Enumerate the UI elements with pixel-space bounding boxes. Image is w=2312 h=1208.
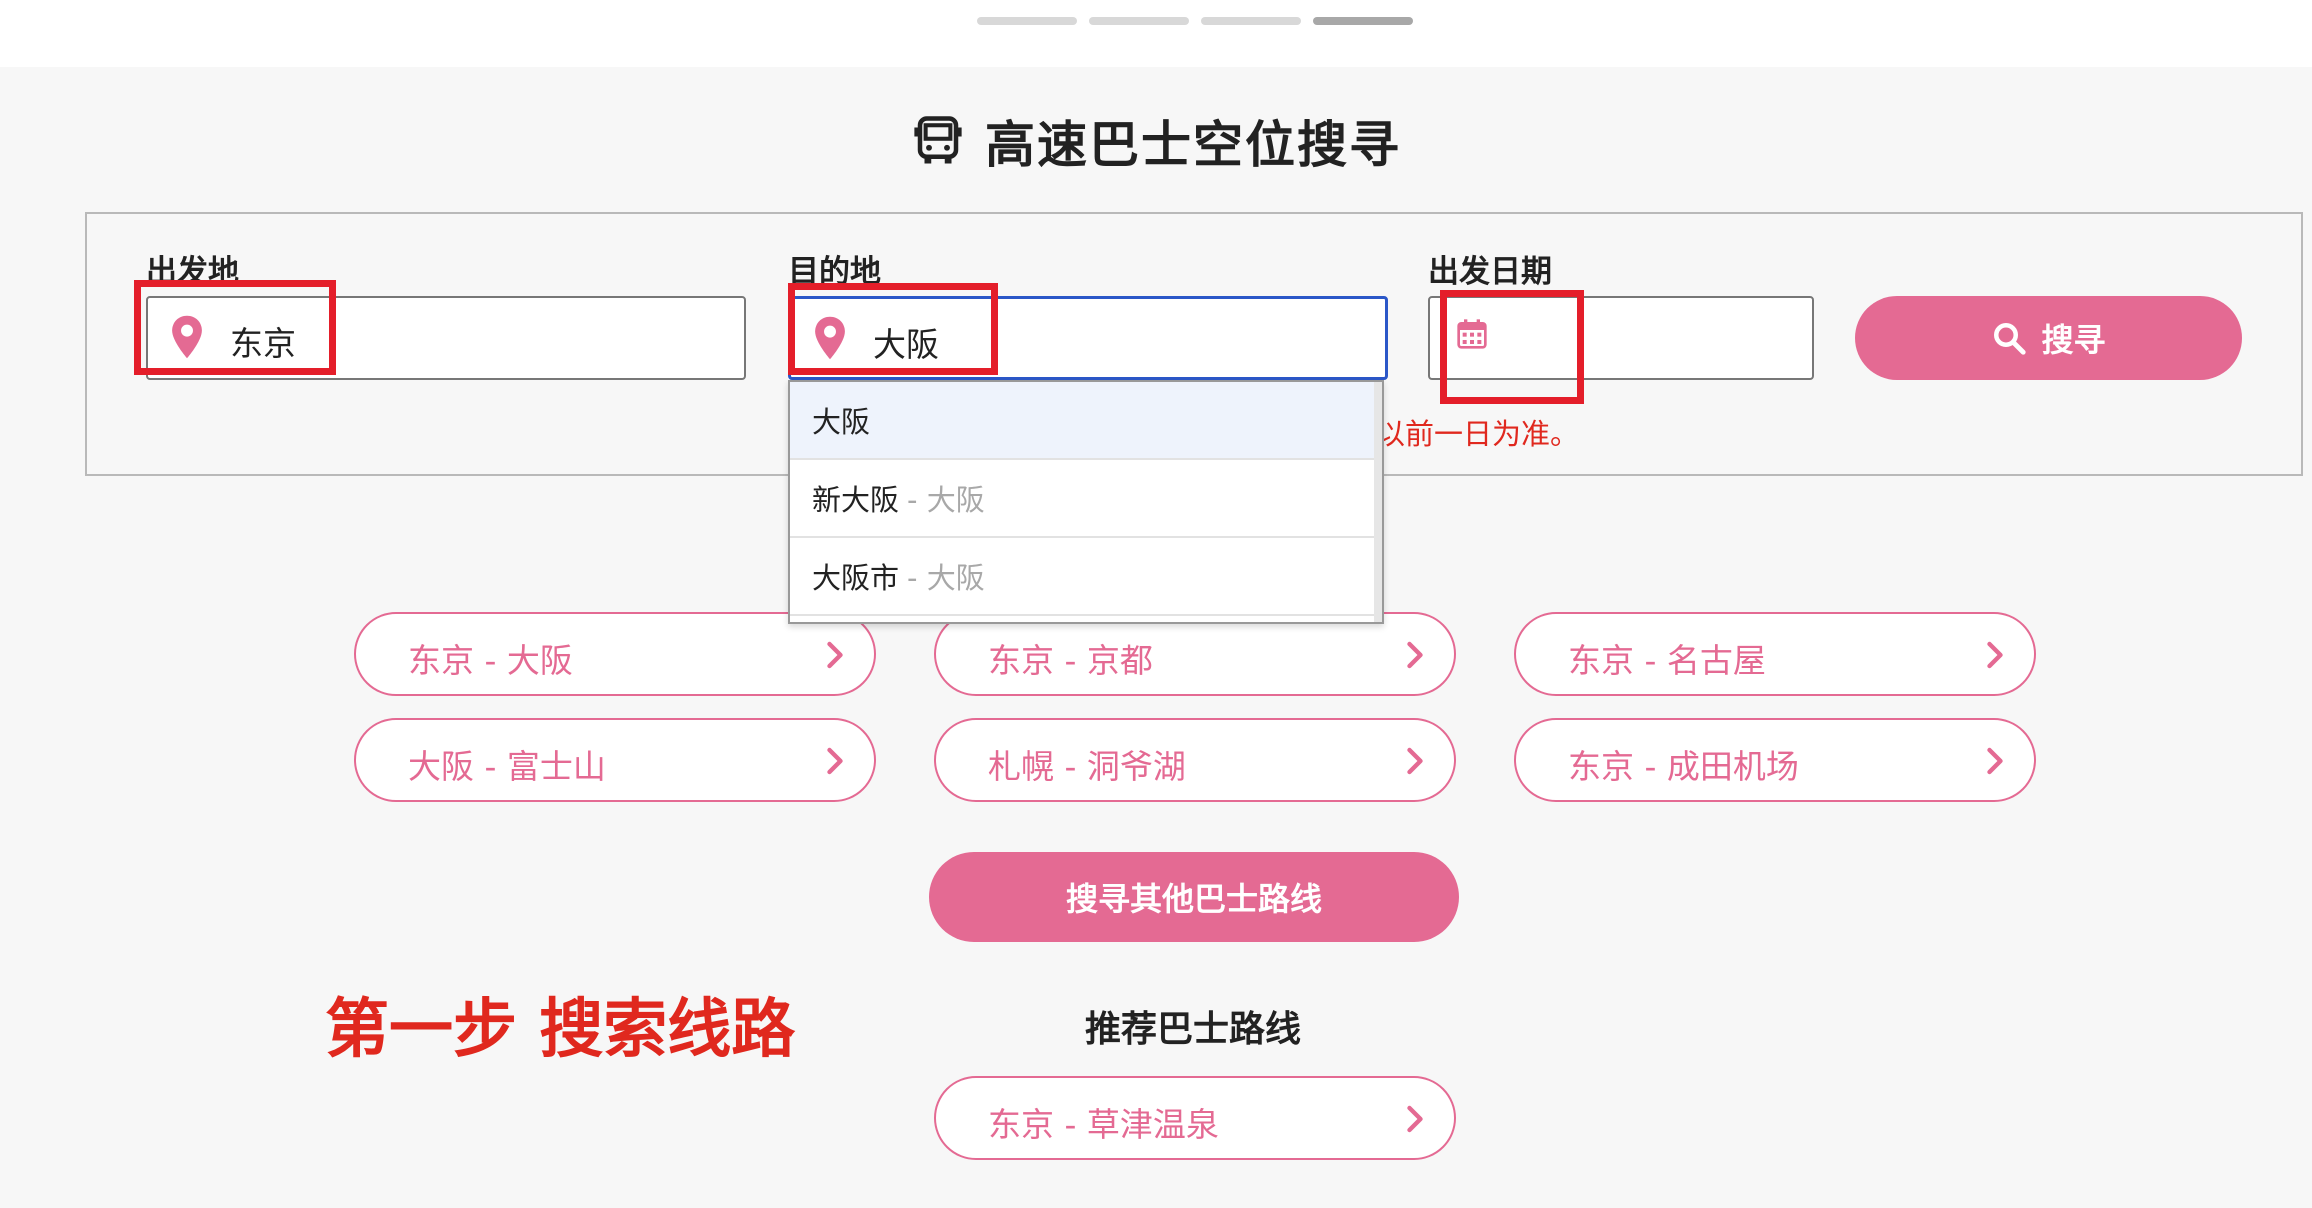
date-label: 出发日期 bbox=[1428, 254, 1552, 290]
chevron-right-icon bbox=[1407, 747, 1423, 775]
suggestion-name: 大阪市 bbox=[812, 561, 900, 595]
route-label: 东京 - 京都 bbox=[988, 641, 1153, 680]
dropdown-scrollbar[interactable] bbox=[1374, 382, 1382, 622]
route-button[interactable]: 东京 - 京都 bbox=[934, 612, 1456, 696]
highlight-box-departure bbox=[134, 280, 336, 375]
suggestion-item[interactable]: 新大阪 - 大阪 bbox=[790, 460, 1382, 538]
route-label: 东京 - 草津温泉 bbox=[988, 1105, 1219, 1144]
chevron-right-icon bbox=[1987, 641, 2003, 669]
highlight-box-date bbox=[1440, 290, 1584, 404]
route-label: 东京 - 名古屋 bbox=[1568, 641, 1766, 680]
progress-step-4 bbox=[1313, 17, 1413, 25]
search-icon bbox=[1994, 323, 2027, 355]
suggestion-name: 大阪 bbox=[812, 405, 871, 439]
chevron-right-icon bbox=[1987, 747, 2003, 775]
progress-step-3 bbox=[1201, 17, 1301, 25]
bus-icon bbox=[914, 116, 962, 164]
route-button[interactable]: 札幌 - 洞爷湖 bbox=[934, 718, 1456, 802]
destination-suggestions: 大阪 新大阪 - 大阪 大阪市 - 大阪 bbox=[788, 380, 1384, 624]
more-routes-button[interactable]: 搜寻其他巴士路线 bbox=[929, 852, 1459, 942]
suggestion-item[interactable]: 大阪 bbox=[790, 382, 1382, 460]
suggestion-region: - 大阪 bbox=[907, 483, 985, 517]
route-label: 东京 - 大阪 bbox=[408, 641, 573, 680]
route-button[interactable]: 大阪 - 富士山 bbox=[354, 718, 876, 802]
page-heading: 高速巴士空位搜寻 bbox=[0, 105, 2312, 177]
route-label: 大阪 - 富士山 bbox=[408, 747, 606, 786]
progress-step-2 bbox=[1089, 17, 1189, 25]
search-button[interactable]: 搜寻 bbox=[1855, 296, 2242, 380]
chevron-right-icon bbox=[1407, 1105, 1423, 1133]
recommended-title: 推荐巴士路线 bbox=[1084, 1009, 1301, 1050]
date-note: 以前一日为准。 bbox=[1376, 417, 1580, 451]
progress-header bbox=[0, 0, 2312, 67]
route-label: 札幌 - 洞爷湖 bbox=[988, 747, 1186, 786]
progress-step-1 bbox=[977, 17, 1077, 25]
suggestion-name: 新大阪 bbox=[812, 483, 900, 517]
search-button-label: 搜寻 bbox=[2041, 321, 2106, 359]
recommended-route-button[interactable]: 东京 - 草津温泉 bbox=[934, 1076, 1456, 1160]
route-button[interactable]: 东京 - 成田机场 bbox=[1514, 718, 2036, 802]
route-button[interactable]: 东京 - 大阪 bbox=[354, 612, 876, 696]
chevron-right-icon bbox=[827, 641, 843, 669]
route-label: 东京 - 成田机场 bbox=[1568, 747, 1799, 786]
chevron-right-icon bbox=[827, 747, 843, 775]
highlight-box-destination bbox=[788, 283, 998, 375]
suggestion-region: - 大阪 bbox=[907, 561, 985, 595]
route-button[interactable]: 东京 - 名古屋 bbox=[1514, 612, 2036, 696]
page-title: 高速巴士空位搜寻 bbox=[985, 116, 1401, 174]
suggestion-item[interactable]: 大阪市 - 大阪 bbox=[790, 538, 1382, 616]
chevron-right-icon bbox=[1407, 641, 1423, 669]
